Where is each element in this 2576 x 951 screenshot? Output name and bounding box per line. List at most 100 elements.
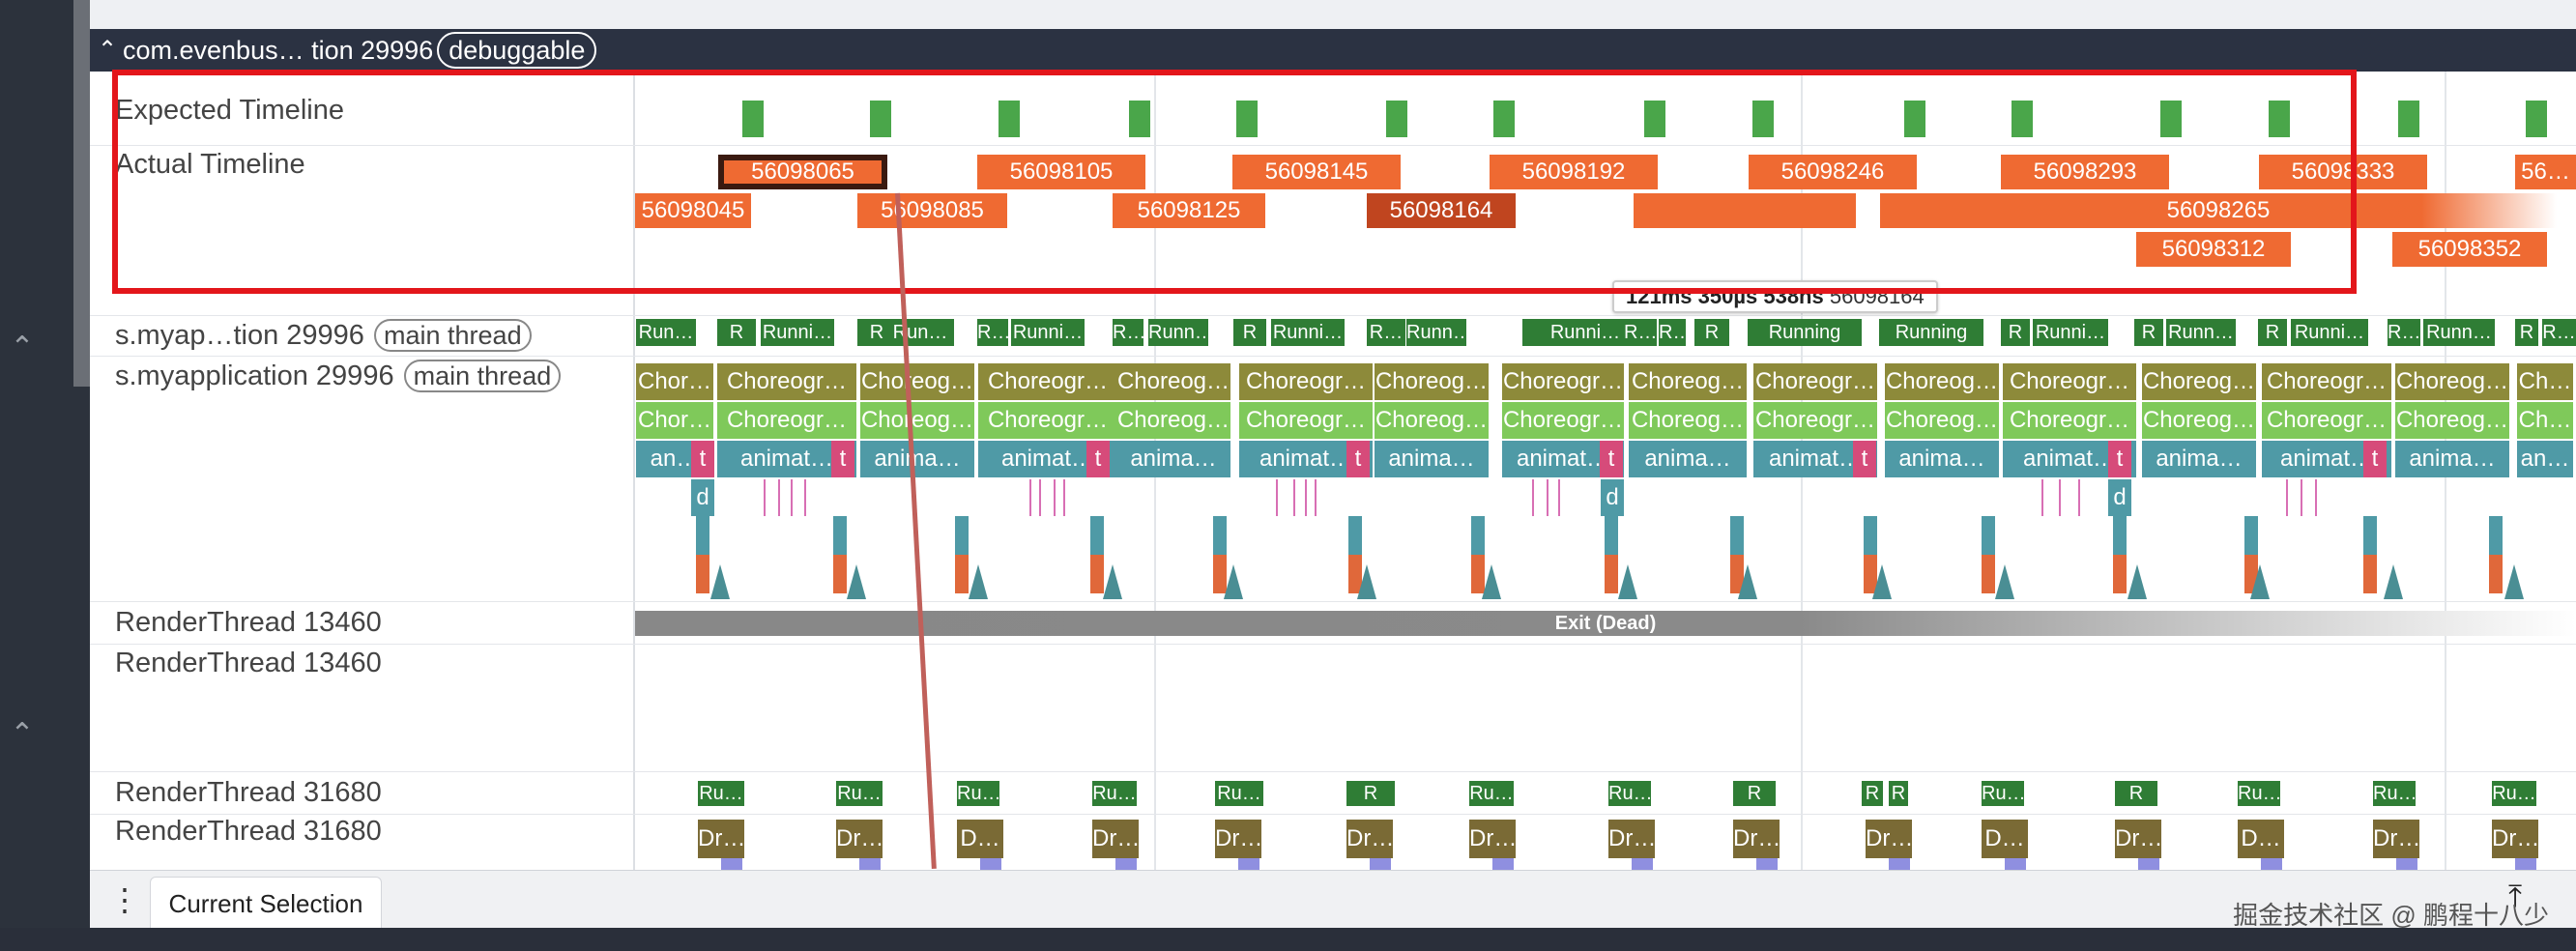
renderthread-slice[interactable]: Ru… [1215, 781, 1263, 806]
thread-state-slice[interactable]: Running [1879, 319, 1983, 346]
draw-frame-slice[interactable]: Dr… [1215, 820, 1261, 858]
draw-frame-slice[interactable]: D… [1982, 820, 2028, 858]
choreographer-slice[interactable]: Choreogr… [1502, 363, 1624, 400]
exit-dead-bar[interactable]: Exit (Dead) [635, 611, 2576, 636]
choreographer-slice[interactable]: Choreog… [1116, 402, 1230, 439]
animation-slice[interactable]: anima… [2395, 441, 2509, 477]
choreographer-slice[interactable]: Choreogr… [717, 402, 856, 439]
renderthread-slice[interactable]: R [1889, 781, 1908, 806]
choreographer-slice[interactable]: Choreog… [2395, 402, 2509, 439]
thread-state-slice[interactable]: R [2001, 319, 2030, 346]
choreographer-slice[interactable]: Choreog… [2142, 363, 2256, 400]
animation-slice[interactable]: anima… [860, 441, 974, 477]
renderthread-slice[interactable]: Ru… [836, 781, 883, 806]
thread-state-slice[interactable]: R… [2542, 319, 2576, 346]
draw-frame-slice[interactable]: Dr… [2115, 820, 2161, 858]
renderthread-slice[interactable]: Ru… [1469, 781, 1514, 806]
vertical-scrollbar[interactable] [73, 0, 90, 387]
renderthread-slice[interactable]: Ru… [1608, 781, 1651, 806]
traversal-slice[interactable]: t [1086, 441, 1110, 477]
thread-state-slice[interactable]: Runni… [2033, 319, 2108, 346]
renderthread-slice[interactable]: R [1733, 781, 1776, 806]
expected-frame-marker[interactable] [2398, 101, 2419, 137]
choreographer-slice[interactable]: Choreogr… [2003, 402, 2136, 439]
draw-frame-slice[interactable]: Dr… [2373, 820, 2419, 858]
choreographer-slice[interactable]: Choreog… [2395, 363, 2509, 400]
draw-frame-slice[interactable]: Dr… [698, 820, 744, 858]
choreographer-slice[interactable]: Choreogr… [717, 363, 856, 400]
thread-state-slice[interactable]: R… [977, 319, 1008, 346]
renderthread-slice[interactable]: Ru… [1982, 781, 2024, 806]
thread-state-slice[interactable]: Run… [636, 319, 696, 346]
choreographer-slice[interactable]: Choreog… [1629, 363, 1747, 400]
choreographer-slice[interactable]: Choreogr… [978, 363, 1117, 400]
thread-state-slice[interactable]: Runn… [1406, 319, 1466, 346]
chevron-up-icon[interactable]: ⌃ [98, 29, 117, 72]
choreographer-slice[interactable]: Ch… [2517, 363, 2573, 400]
thread-state-slice[interactable]: R [2515, 319, 2538, 346]
draw-frame-slice[interactable]: Dr… [2492, 820, 2538, 858]
renderthread-slice[interactable]: Ru… [2373, 781, 2416, 806]
choreographer-slice[interactable]: Choreog… [1629, 402, 1747, 439]
animation-slice[interactable]: anima… [1116, 441, 1230, 477]
choreographer-slice[interactable]: Choreog… [1885, 363, 1999, 400]
actual-frame[interactable]: 56… [2515, 155, 2576, 189]
traversal-slice[interactable]: t [1853, 441, 1876, 477]
animation-slice[interactable]: anima… [1629, 441, 1747, 477]
draw-frame-slice[interactable]: Dr… [1608, 820, 1655, 858]
thread-state-slice[interactable]: R [2258, 319, 2287, 346]
thread-state-slice[interactable]: R… [1113, 319, 1143, 346]
choreographer-slice[interactable]: Choreog… [2142, 402, 2256, 439]
thread-state-slice[interactable]: Run… [886, 319, 954, 346]
draw-slice[interactable]: d [691, 479, 714, 516]
renderthread-slice[interactable]: Ru… [2238, 781, 2280, 806]
renderthread-slice[interactable]: Ru… [698, 781, 744, 806]
choreographer-slice[interactable]: Choreogr… [1753, 363, 1877, 400]
renderthread-slice[interactable]: R [2115, 781, 2157, 806]
thread-state-slice[interactable]: R… [1624, 319, 1657, 346]
renderthread-slice[interactable]: Ru… [2492, 781, 2536, 806]
animation-slice[interactable]: anima… [2142, 441, 2256, 477]
choreographer-slice[interactable]: Choreogr… [1239, 363, 1373, 400]
choreographer-slice[interactable]: Choreog… [860, 402, 974, 439]
traversal-slice[interactable]: t [1346, 441, 1370, 477]
choreographer-slice[interactable]: Choreogr… [2262, 402, 2391, 439]
choreographer-slice[interactable]: Choreogr… [1239, 402, 1373, 439]
tab-current-selection[interactable]: Current Selection [150, 877, 382, 930]
draw-frame-slice[interactable]: Dr… [1346, 820, 1393, 858]
thread-state-slice[interactable]: Runn… [2166, 319, 2236, 346]
choreographer-slice[interactable]: Choreog… [860, 363, 974, 400]
actual-frame[interactable]: 56098352 [2392, 232, 2547, 267]
choreographer-slice[interactable]: Choreogr… [1502, 402, 1624, 439]
choreographer-slice[interactable]: Choreogr… [1753, 402, 1877, 439]
draw-frame-slice[interactable]: Dr… [1469, 820, 1516, 858]
choreographer-slice[interactable]: Choreog… [1375, 402, 1489, 439]
collapse-chevron-icon[interactable]: ⌃ [8, 720, 37, 749]
traversal-slice[interactable]: t [2363, 441, 2387, 477]
choreographer-slice[interactable]: Choreog… [1375, 363, 1489, 400]
animation-slice[interactable]: an… [2517, 441, 2573, 477]
thread-state-slice[interactable]: R [1694, 319, 1729, 346]
draw-frame-slice[interactable]: Dr… [836, 820, 883, 858]
thread-state-slice[interactable]: R… [1367, 319, 1405, 346]
traversal-slice[interactable]: t [691, 441, 714, 477]
collapse-chevron-icon[interactable]: ⌃ [8, 333, 37, 362]
animation-slice[interactable]: anima… [1885, 441, 1999, 477]
thread-state-slice[interactable]: R [2134, 319, 2163, 346]
draw-frame-slice[interactable]: Dr… [1092, 820, 1139, 858]
thread-state-slice[interactable]: R… [2388, 319, 2420, 346]
draw-slice[interactable]: d [2108, 479, 2131, 516]
thread-state-slice[interactable]: Runn… [1148, 319, 1208, 346]
choreographer-slice[interactable]: Choreogr… [2003, 363, 2136, 400]
choreographer-slice[interactable]: Ch… [2517, 402, 2573, 439]
thread-state-slice[interactable]: Runni… [2291, 319, 2368, 346]
thread-state-slice[interactable]: Runni… [1011, 319, 1085, 346]
animation-slice[interactable]: anima… [1375, 441, 1489, 477]
thread-state-slice[interactable]: Running [1748, 319, 1862, 346]
traversal-slice[interactable]: t [1600, 441, 1623, 477]
thread-state-slice[interactable]: Runn… [2423, 319, 2495, 346]
choreographer-slice[interactable]: Choreogr… [978, 402, 1117, 439]
choreographer-slice[interactable]: Choreog… [1885, 402, 1999, 439]
draw-frame-slice[interactable]: D… [957, 820, 1003, 858]
renderthread-slice[interactable]: Ru… [957, 781, 999, 806]
